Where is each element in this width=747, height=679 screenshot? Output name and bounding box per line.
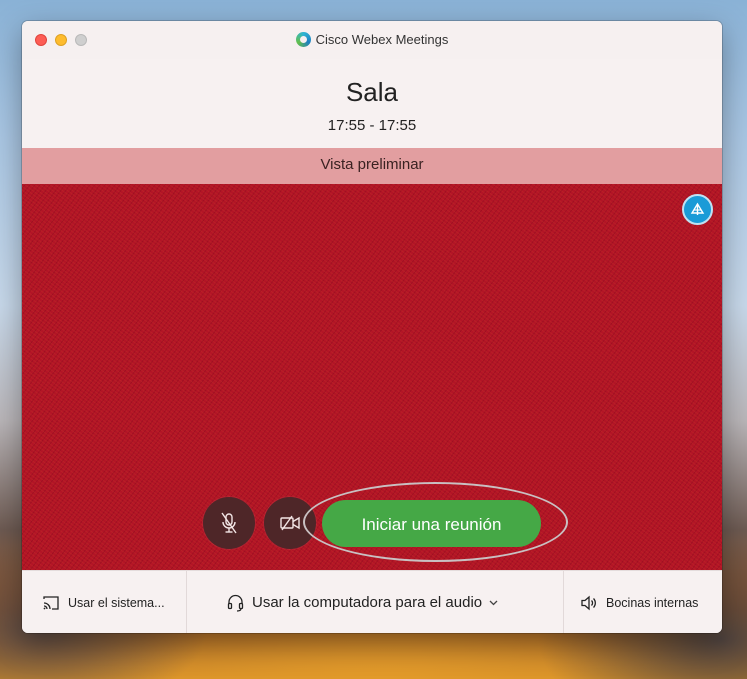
camera-off-icon [280,515,300,531]
meeting-time: 17:55 - 17:55 [327,117,417,134]
meeting-name: Sala [345,77,399,107]
audio-connection-label: Usar la computadora para el audio [252,594,483,611]
start-meeting-button[interactable]: Iniciar una reunión [322,500,541,547]
chevron-down-icon [489,600,498,605]
speaker-button[interactable]: Bocinas internas [580,571,698,633]
share-system-button[interactable]: Usar el sistema... [42,571,165,633]
webex-window: Cisco Webex Meetings Sala 17:55 - 17:55 … [22,21,722,633]
window-title-text: Cisco Webex Meetings [315,32,449,47]
window-title: Cisco Webex Meetings [22,32,722,47]
cast-icon [43,595,59,610]
webex-logo-icon [295,32,311,47]
layout-toggle-button[interactable] [682,194,713,225]
audio-connection-button[interactable]: Usar la computadora para el audio [227,571,506,633]
speaker-icon [581,595,596,610]
layout-icon [690,202,705,215]
divider [563,571,564,633]
mute-button[interactable] [203,497,255,549]
microphone-muted-icon [221,512,237,534]
video-preview: Iniciar una reunión [22,184,722,570]
preview-label: Vista preliminar [22,148,722,184]
speaker-label: Bocinas internas [606,595,699,610]
meeting-header: Sala 17:55 - 17:55 [22,59,722,148]
title-bar[interactable]: Cisco Webex Meetings [22,21,722,59]
bottom-bar: Usar el sistema... Usar la computadora p… [22,570,722,633]
share-system-label: Usar el sistema... [68,595,165,610]
headset-icon [227,594,244,612]
divider [186,571,187,633]
